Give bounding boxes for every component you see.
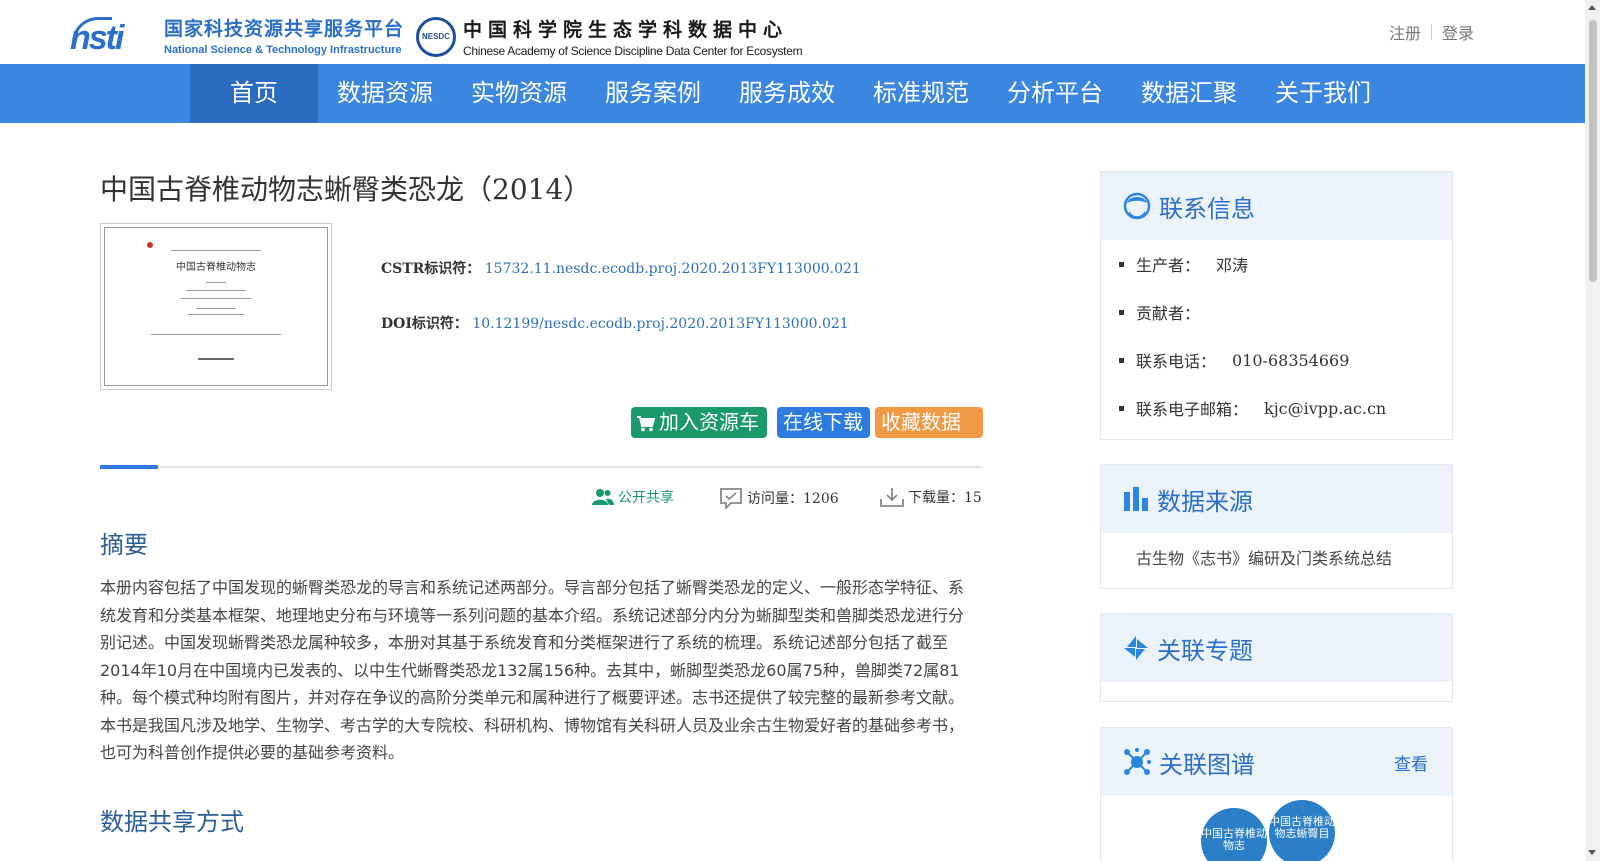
abstract-heading: 摘要 — [100, 531, 148, 559]
scroll-up-arrow[interactable] — [1588, 5, 1596, 10]
phone-value: 010-68354669 — [1232, 350, 1350, 370]
share-method-heading: 数据共享方式 — [100, 808, 244, 836]
cover-title: 中国古脊椎动物志 — [176, 262, 256, 273]
phone-row: 联系电话： 010-68354669 — [1119, 336, 1452, 384]
online-download-button[interactable]: 在线下载 — [777, 407, 870, 438]
source-text[interactable]: 古生物《志书》编研及门类系统总结 — [1101, 533, 1452, 569]
cstr-link[interactable]: 15732.11.nesdc.ecodb.proj.2020.2013FY113… — [485, 261, 861, 277]
graph-heading: 关联图谱 — [1159, 750, 1255, 779]
contributor-label: 贡献者： — [1136, 304, 1201, 323]
network-icon — [1124, 748, 1151, 775]
nav-item-about-us[interactable]: 关于我们 — [1256, 64, 1390, 123]
main-nav: 首页 数据资源 实物资源 服务案例 服务成效 标准规范 分析平台 数据汇聚 关于… — [0, 64, 1600, 123]
cstr-identifier: CSTR标识符： 15732.11.nesdc.ecodb.proj.2020.… — [381, 258, 861, 278]
doi-label: DOI标识符： — [381, 316, 468, 332]
data-source-card: 数据来源 古生物《志书》编研及门类系统总结 — [1100, 464, 1453, 589]
cover-emblem — [147, 242, 153, 248]
producer-row: 生产者： 邓涛 — [1119, 240, 1452, 288]
download-count: 下载量：15 — [908, 490, 982, 506]
nesdc-logo[interactable]: NESDC 中国科学院生态学科数据中心 Chinese Academy of S… — [416, 15, 803, 58]
tab-active-indicator — [100, 465, 158, 469]
add-to-cart-button[interactable]: 加入资源车 — [631, 407, 767, 438]
nav-item-service-cases[interactable]: 服务案例 — [586, 64, 720, 123]
producer-value: 邓涛 — [1216, 256, 1249, 275]
tab-underline — [100, 465, 983, 469]
contributor-row: 贡献者： — [1119, 288, 1452, 336]
add-to-cart-label: 加入资源车 — [659, 410, 759, 434]
related-topic-card: 关联专题 — [1100, 613, 1453, 702]
dataset-cover-image[interactable]: 中国古脊椎动物志 — [100, 223, 332, 390]
nav-item-data-resources[interactable]: 数据资源 — [318, 64, 452, 123]
open-share-label: 公开共享 — [618, 490, 674, 506]
nav-item-data-aggregation[interactable]: 数据汇聚 — [1122, 64, 1256, 123]
nsti-logo-en: National Science & Technology Infrastruc… — [164, 44, 402, 56]
login-link[interactable]: 登录 — [1442, 20, 1474, 44]
visit-count-stat: 访问量：1206 — [719, 487, 839, 509]
nsti-logo-cn: 国家科技资源共享服务平台 — [164, 18, 405, 40]
cart-icon — [637, 415, 655, 431]
nesdc-logo-en: Chinese Academy of Science Discipline Da… — [463, 44, 803, 58]
email-row: 联系电子邮箱： kjc@ivpp.ac.cn — [1119, 384, 1452, 432]
nesdc-logo-mark: NESDC — [416, 16, 456, 57]
related-graph-card: 关联图谱 查看 中国古脊椎动物志 中国古脊椎动物志蜥臀目 — [1100, 727, 1453, 861]
nav-item-analysis-platform[interactable]: 分析平台 — [988, 64, 1122, 123]
graph-view-link[interactable]: 查看 — [1394, 750, 1428, 775]
email-value[interactable]: kjc@ivpp.ac.cn — [1264, 399, 1386, 418]
favorite-dataset-button[interactable]: 收藏数据集 — [875, 407, 983, 465]
scrollbar-thumb[interactable] — [1589, 20, 1597, 282]
users-icon — [592, 489, 614, 505]
doi-identifier: DOI标识符： 10.12199/nesdc.ecodb.proj.2020.2… — [381, 313, 849, 333]
nav-item-home[interactable]: 首页 — [190, 64, 318, 123]
pinwheel-icon — [1124, 636, 1148, 660]
bar-chart-icon — [1124, 487, 1148, 511]
contact-heading: 联系信息 — [1159, 194, 1255, 223]
source-heading: 数据来源 — [1157, 487, 1253, 516]
nsti-logo-mark: nsti — [70, 17, 124, 57]
comment-icon — [720, 488, 742, 509]
register-link[interactable]: 注册 — [1389, 20, 1421, 44]
email-label: 联系电子邮箱： — [1136, 400, 1249, 419]
abstract-text: 本册内容包括了中国发现的蜥臀类恐龙的导言和系统记述两部分。导言部分包括了蜥臀类恐… — [100, 578, 965, 762]
nav-item-standards[interactable]: 标准规范 — [854, 64, 988, 123]
dataset-title: 中国古脊椎动物志蜥臀类恐龙（2014） — [100, 173, 592, 206]
download-count-stat: 下载量：15 — [880, 487, 982, 507]
contact-info-card: 联系信息 生产者： 邓涛 贡献者： 联系电话： 010-68354669 联系电子邮… — [1100, 171, 1453, 440]
auth-divider — [1430, 24, 1432, 40]
nav-item-service-outcomes[interactable]: 服务成效 — [720, 64, 854, 123]
nesdc-logo-cn: 中国科学院生态学科数据中心 — [463, 19, 789, 41]
download-icon — [880, 488, 904, 507]
phone-label: 联系电话： — [1136, 352, 1217, 371]
open-share-stat: 公开共享 — [592, 487, 674, 507]
nav-item-physical-resources[interactable]: 实物资源 — [452, 64, 586, 123]
visit-count: 访问量：1206 — [747, 491, 839, 507]
auth-links: 注册 登录 — [1389, 20, 1474, 44]
graph-node[interactable]: 中国古脊椎动物志蜥臀目 — [1269, 800, 1335, 861]
contact-person-icon — [1123, 192, 1151, 220]
producer-label: 生产者： — [1136, 256, 1201, 275]
cstr-label: CSTR标识符： — [381, 261, 481, 277]
page-scrollbar[interactable] — [1585, 0, 1600, 861]
topic-heading: 关联专题 — [1157, 636, 1253, 665]
nsti-logo[interactable]: nsti 国家科技资源共享服务平台 National Science & Tec… — [70, 14, 405, 57]
doi-link[interactable]: 10.12199/nesdc.ecodb.proj.2020.2013FY113… — [472, 316, 848, 332]
graph-node[interactable]: 中国古脊椎动物志 — [1201, 808, 1267, 861]
scroll-down-arrow[interactable] — [1588, 850, 1596, 855]
top-header: nsti 国家科技资源共享服务平台 National Science & Tec… — [0, 0, 1600, 64]
